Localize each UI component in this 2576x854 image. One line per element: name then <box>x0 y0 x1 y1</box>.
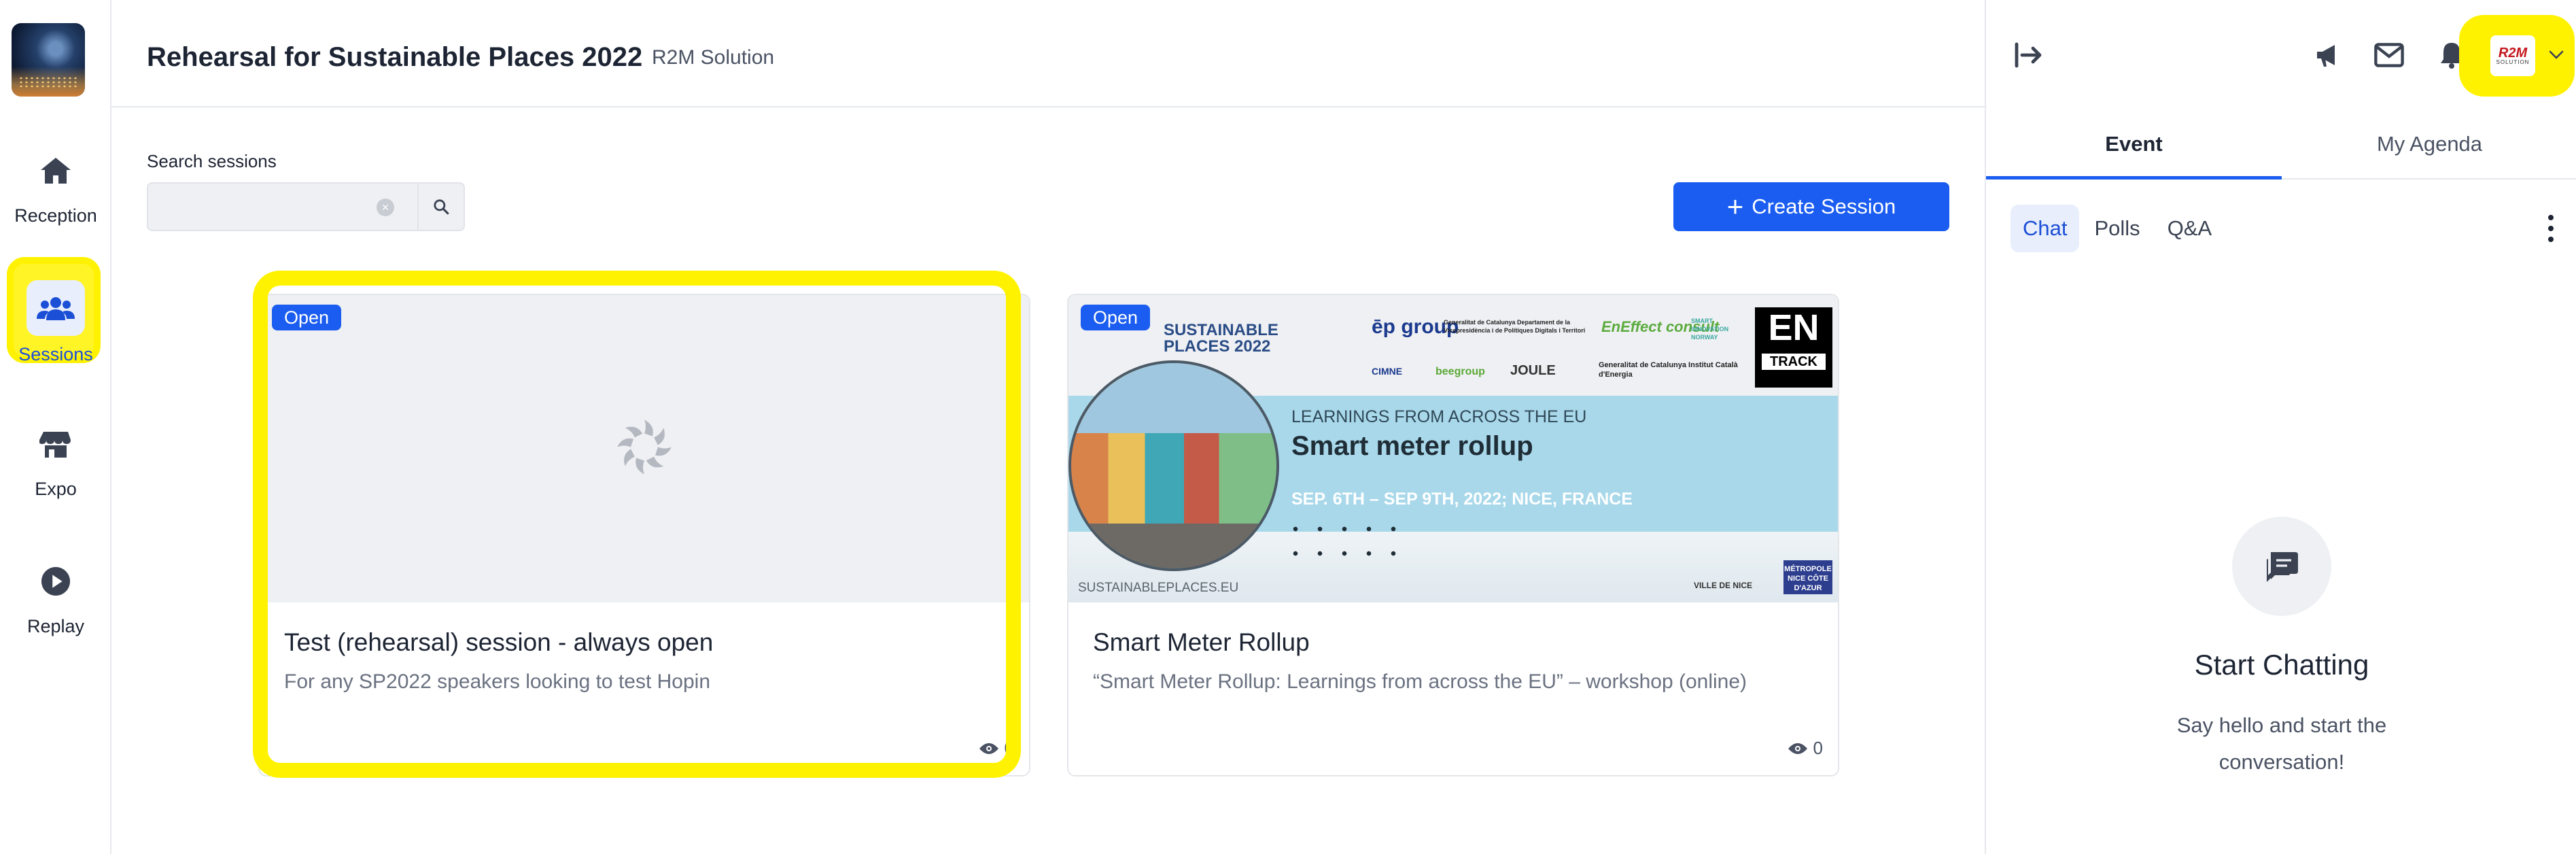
nav-label-expo: Expo <box>35 479 77 499</box>
view-count: 0 <box>1788 738 1823 759</box>
banner-dates: SEP. 6TH – SEP 9TH, 2022; NICE, FRANCE <box>1291 490 1633 509</box>
tab-event[interactable]: Event <box>1986 109 2282 180</box>
top-header: Rehearsal for Sustainable Places 2022 R2… <box>111 0 1985 107</box>
banner-event-line2: PLACES 2022 <box>1164 337 1271 356</box>
logo-gencat-icaen: Generalitat de Catalunya Institut Català… <box>1599 361 1738 379</box>
chat-bubble-icon <box>2232 517 2331 616</box>
play-circle-icon <box>36 562 75 601</box>
people-icon <box>27 280 85 336</box>
subtab-chat[interactable]: Chat <box>2011 205 2080 252</box>
messages-button[interactable] <box>2373 39 2405 71</box>
search-box: × <box>147 182 465 231</box>
plus-icon: + <box>1726 190 1744 222</box>
logo-beegroup: beegroup <box>1435 366 1485 377</box>
search-button[interactable] <box>417 184 464 230</box>
session-banner: SUSTAINABLE PLACES 2022 LEARNINGS FROM A… <box>1068 295 1838 602</box>
nav-label-sessions: Sessions <box>18 344 93 364</box>
avatar-logo-text: R2M <box>2498 45 2528 61</box>
logo-en-track: EN TRACK <box>1755 307 1832 388</box>
search-input[interactable] <box>148 184 400 230</box>
photo-street <box>1071 523 1276 568</box>
banner-url: SUSTAINABLEPLACES.EU <box>1078 581 1239 595</box>
collapse-sidebar-button[interactable] <box>2013 39 2044 71</box>
logo-en-text: EN <box>1768 307 1820 348</box>
banner-dot-pattern <box>1283 517 1406 564</box>
subtab-polls[interactable]: Polls <box>2082 205 2152 252</box>
home-icon <box>36 151 75 190</box>
logo-gencat-vicepresidencia: Generalitat de Catalunya Departament de … <box>1444 319 1586 334</box>
chat-subtabs: Chat Polls Q&A <box>2011 203 2227 254</box>
more-options-icon[interactable] <box>2542 212 2560 245</box>
right-sidebar: R2M SOLUTION Event My Agenda Chat Polls … <box>1985 0 2576 854</box>
megaphone-icon <box>2317 45 2335 67</box>
announcements-button[interactable] <box>2312 39 2344 71</box>
banner-headline: Smart meter rollup <box>1291 431 1533 461</box>
view-count-value: 0 <box>1813 738 1823 758</box>
banner-event-line1: SUSTAINABLE <box>1164 321 1278 339</box>
envelope-icon <box>2374 43 2404 67</box>
logo-metropole: MÉTROPOLE NICE CÔTE D'AZUR <box>1783 560 1832 594</box>
app-root: Reception Sessions Expo Replay Rehearsal… <box>0 0 2576 854</box>
event-logo-lights <box>18 76 78 88</box>
nav-label-replay: Replay <box>27 616 85 636</box>
nav-item-sessions[interactable]: Sessions <box>0 280 111 365</box>
logo-smart-innovation: SMART INNOVATION NORWAY <box>1691 318 1729 341</box>
logo-joule: JOULE <box>1510 363 1556 378</box>
event-logo[interactable] <box>12 23 85 97</box>
organizer-name[interactable]: R2M Solution <box>652 46 774 69</box>
left-nav-rail: Reception Sessions Expo Replay <box>0 0 111 854</box>
nav-item-expo[interactable]: Expo <box>0 424 111 500</box>
session-description: “Smart Meter Rollup: Learnings from acro… <box>1093 670 1747 693</box>
logo-track-text: TRACK <box>1762 354 1826 370</box>
logo-cimne: CIMNE <box>1372 366 1403 377</box>
empty-state-text: Say hello and start the conversation! <box>2176 713 2387 774</box>
logo-ville-de-nice: VILLE DE NICE <box>1694 581 1753 590</box>
store-icon <box>36 424 75 464</box>
eye-icon <box>1788 742 1807 754</box>
session-title: Smart Meter Rollup <box>1093 628 1310 656</box>
event-title: Rehearsal for Sustainable Places 2022 <box>147 42 643 72</box>
create-session-label: Create Session <box>1752 194 1896 218</box>
sidebar-toolbar: R2M SOLUTION <box>1986 0 2576 109</box>
chevron-down-icon <box>2549 50 2564 59</box>
banner-city-photo <box>1068 360 1279 571</box>
avatar-logo-sub: SOLUTION <box>2496 58 2530 65</box>
account-menu-toggle[interactable] <box>2545 39 2568 71</box>
user-avatar[interactable]: R2M SOLUTION <box>2490 35 2535 76</box>
chat-empty-state: Start Chatting Say hello and start the c… <box>1986 517 2576 781</box>
banner-event-logo: SUSTAINABLE PLACES 2022 <box>1164 322 1278 355</box>
status-badge: Open <box>272 305 342 330</box>
search-label: Search sessions <box>147 151 277 171</box>
annotation-highlight-card <box>253 271 1021 778</box>
sidebar-tabs: Event My Agenda <box>1986 109 2576 180</box>
nav-item-reception[interactable]: Reception <box>0 151 111 226</box>
tab-my-agenda[interactable]: My Agenda <box>2282 109 2576 180</box>
nav-item-replay[interactable]: Replay <box>0 562 111 637</box>
photo-sky <box>1071 363 1276 433</box>
status-badge: Open <box>1081 305 1151 330</box>
empty-state-title: Start Chatting <box>2194 649 2369 681</box>
search-icon <box>434 199 449 215</box>
clear-search-icon[interactable]: × <box>377 199 394 216</box>
subtab-qa[interactable]: Q&A <box>2155 205 2224 252</box>
nav-label-reception: Reception <box>14 205 97 226</box>
banner-kicker: LEARNINGS FROM ACROSS THE EU <box>1291 407 1587 426</box>
exit-arrow-icon <box>2015 42 2042 68</box>
session-card-smart-meter[interactable]: SUSTAINABLE PLACES 2022 LEARNINGS FROM A… <box>1067 294 1839 776</box>
create-session-button[interactable]: + Create Session <box>1673 182 1949 231</box>
